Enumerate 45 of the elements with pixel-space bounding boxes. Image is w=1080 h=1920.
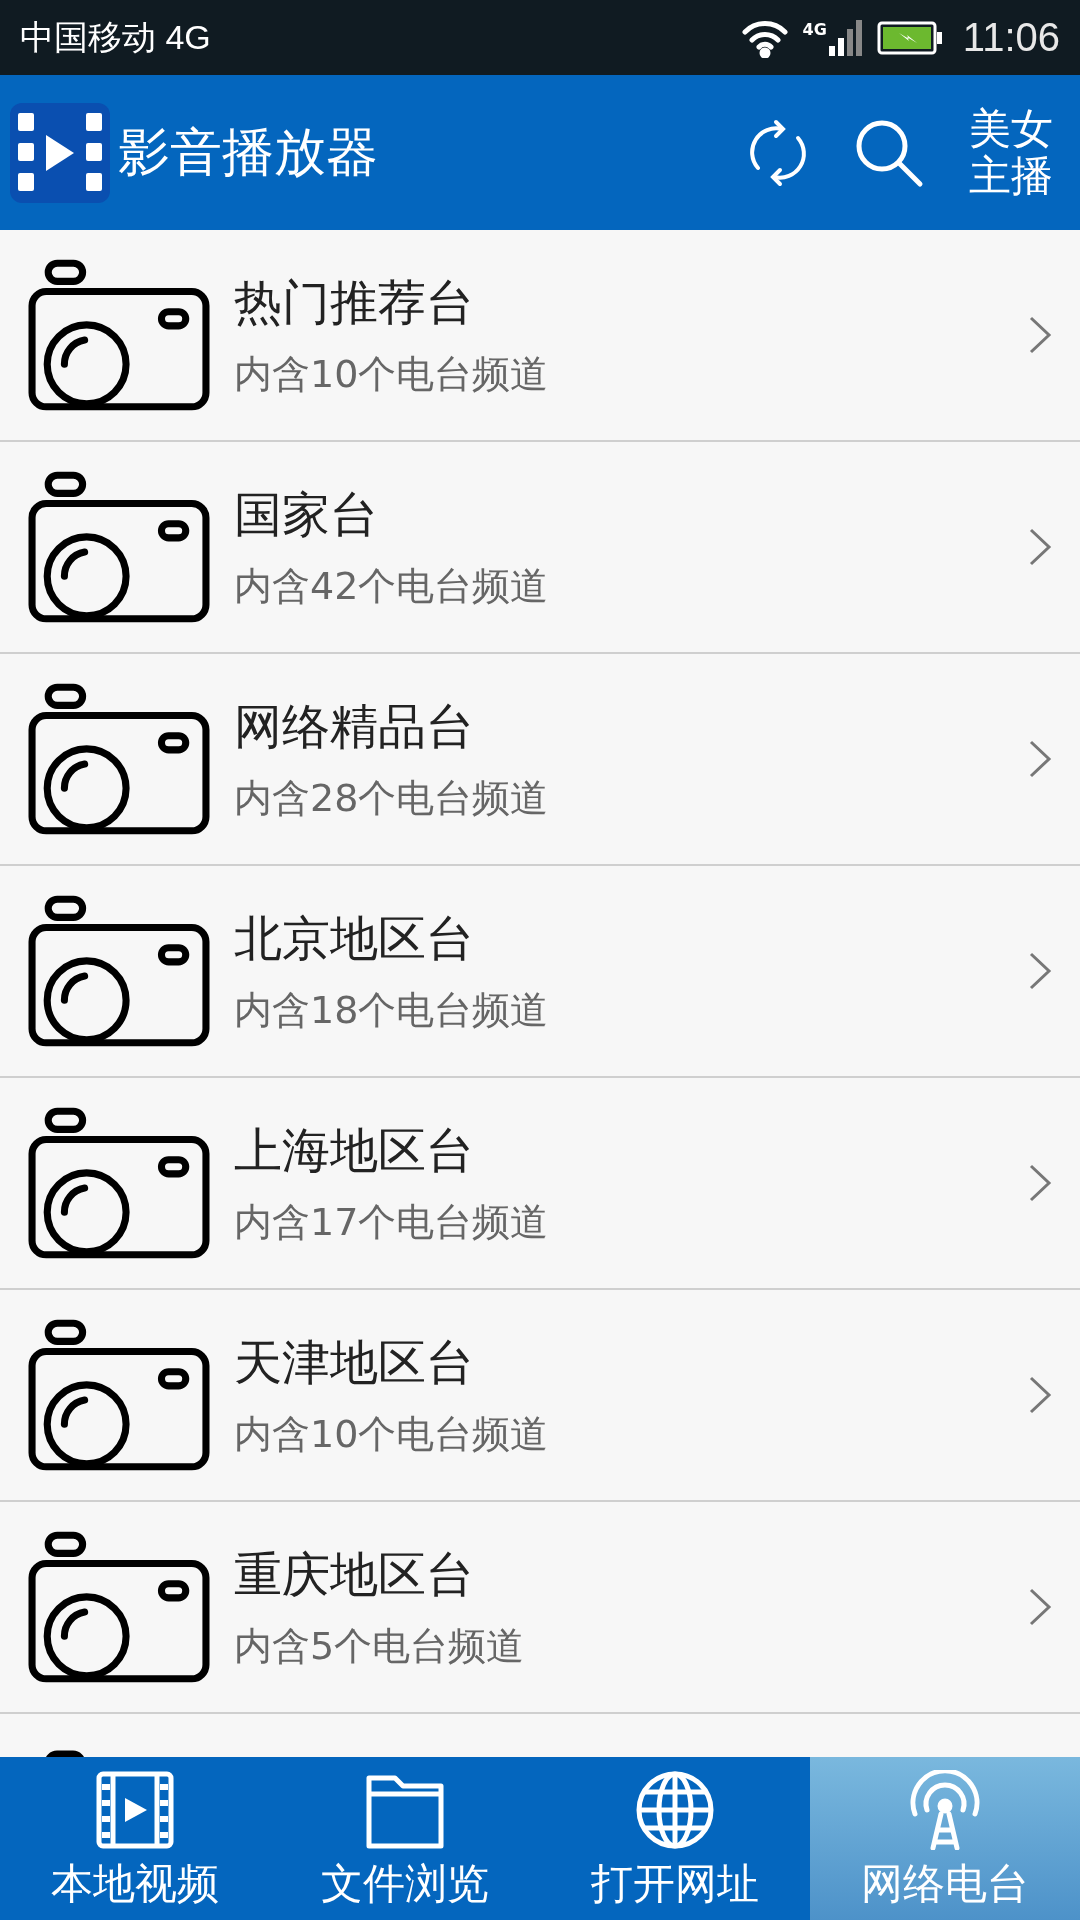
camera-icon: [28, 1107, 210, 1259]
battery-icon: [876, 20, 943, 55]
station-title: 天津地区台: [234, 1332, 475, 1392]
station-list-item[interactable]: 热门推荐台 内含10个电台频道: [0, 230, 1080, 442]
film-icon: [95, 1770, 175, 1850]
station-list-item[interactable]: 重庆地区台 内含5个电台频道: [0, 1502, 1080, 1714]
network-type: 4G: [802, 19, 827, 39]
signal-icon: [828, 19, 863, 56]
camera-icon: [28, 1531, 210, 1683]
chevron-right-icon: [1028, 951, 1052, 991]
chevron-right-icon: [1028, 1587, 1052, 1627]
camera-icon: [28, 895, 210, 1047]
chevron-right-icon: [1028, 739, 1052, 779]
channel-count: 内含17个电台频道: [234, 1198, 550, 1246]
station-title: 国家台: [234, 484, 379, 544]
station-list-item[interactable]: 北京地区台 内含18个电台频道: [0, 866, 1080, 1078]
station-list-item[interactable]: 国家台 内含42个电台频道: [0, 442, 1080, 654]
station-title: 热门推荐台: [234, 272, 475, 332]
chevron-right-icon: [1028, 527, 1052, 567]
camera-icon: [28, 471, 210, 623]
globe-icon: [635, 1770, 715, 1850]
channel-count: 内含10个电台频道: [234, 1410, 550, 1458]
channel-count: 内含18个电台频道: [234, 986, 550, 1034]
camera-icon: [28, 1319, 210, 1471]
app-title: 影音播放器: [118, 120, 379, 184]
camera-icon: [28, 259, 210, 411]
clock: 11:06: [962, 15, 1060, 60]
chevron-right-icon: [1028, 315, 1052, 355]
chevron-right-icon: [1028, 1163, 1052, 1203]
channel-count: 内含5个电台频道: [234, 1622, 526, 1670]
station-list-item[interactable]: 天津地区台 内含10个电台频道: [0, 1290, 1080, 1502]
channel-count: 内含42个电台频道: [234, 562, 550, 610]
chevron-right-icon: [1028, 1375, 1052, 1415]
channel-count: 内含10个电台频道: [234, 350, 550, 398]
station-title: 网络精品台: [234, 696, 475, 756]
station-list-item[interactable]: 网络精品台 内含28个电台频道: [0, 654, 1080, 866]
station-list-item[interactable]: 上海地区台 内含17个电台频道: [0, 1078, 1080, 1290]
camera-icon: [28, 683, 210, 835]
station-title: 重庆地区台: [234, 1544, 475, 1604]
anchor-button[interactable]: 美女主播: [967, 106, 1054, 199]
carrier-name: 中国移动 4G: [20, 16, 212, 58]
station-title: 北京地区台: [234, 908, 475, 968]
channel-count: 内含28个电台频道: [234, 774, 550, 822]
app-logo-icon: [10, 102, 110, 203]
station-title: 上海地区台: [234, 1120, 475, 1180]
